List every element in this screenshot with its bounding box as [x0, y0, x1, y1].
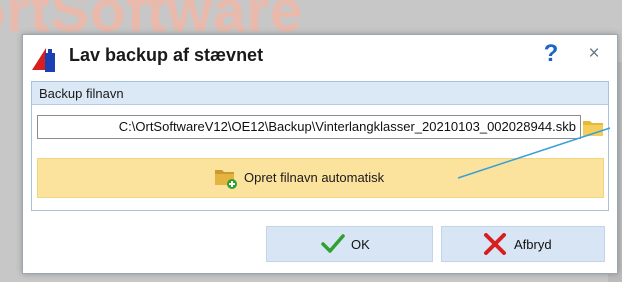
x-icon — [484, 233, 506, 255]
group-label: Backup filnavn — [39, 86, 124, 101]
ok-label: OK — [351, 237, 370, 252]
backup-filename-group: Backup filnavn C:\OrtSoftwareV12\OE12\Ba… — [31, 81, 609, 211]
auto-filename-button[interactable]: Opret filnavn automatisk — [37, 158, 604, 198]
dialog-title: Lav backup af stævnet — [69, 45, 264, 65]
dialog-titlebar: Lav backup af stævnet ? × — [23, 35, 617, 75]
ortsoftware-logo-icon — [32, 48, 55, 72]
group-header: Backup filnavn — [32, 82, 608, 105]
ok-button[interactable]: OK — [266, 226, 433, 262]
cancel-label: Afbryd — [514, 237, 552, 252]
filename-field[interactable]: C:\OrtSoftwareV12\OE12\Backup\Vinterlang… — [37, 115, 581, 139]
folder-icon[interactable] — [582, 115, 604, 139]
filename-value: C:\OrtSoftwareV12\OE12\Backup\Vinterlang… — [118, 119, 576, 134]
cancel-button[interactable]: Afbryd — [441, 226, 605, 262]
auto-filename-label: Opret filnavn automatisk — [244, 170, 385, 185]
help-button[interactable]: ? — [536, 39, 566, 69]
close-button[interactable]: × — [579, 39, 609, 69]
backup-dialog: Lav backup af stævnet ? × Backup filnavn… — [22, 34, 618, 274]
checkmark-icon — [321, 234, 345, 253]
folder-add-icon — [215, 170, 237, 189]
